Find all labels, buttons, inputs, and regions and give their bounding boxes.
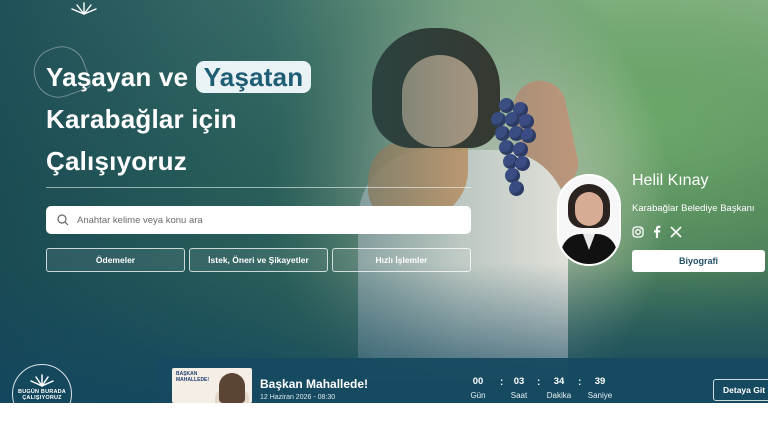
headline-line2: Karabağlar için [46,104,237,134]
mayor-avatar[interactable] [557,174,621,266]
search-box[interactable] [46,206,471,234]
badge-logo-icon [30,374,54,387]
headline-line3: Çalışıyoruz [46,146,187,176]
event-bar: BAŞKAN MAHALLEDE! Başkan Mahallede! 12 H… [155,358,768,403]
hero-headline: Yaşayan ve Yaşatan Karabağlar için Çalış… [46,56,312,182]
quick-actions-button[interactable]: Hızlı İşlemler [332,248,471,272]
today-here-badge[interactable]: BUGÜN BURADA ÇALIŞIYORUZ [12,364,72,424]
mayor-name: Helil Kınay [632,172,709,189]
instagram-icon[interactable] [632,225,644,238]
countdown-days: 00 Gün [470,376,486,400]
search-input[interactable] [75,213,459,227]
event-date: 12 Haziran 2026 - 08:30 [260,394,336,401]
search-icon [57,214,69,226]
x-icon[interactable] [670,225,682,238]
event-detail-button[interactable]: Detaya Git [713,379,768,401]
countdown-seconds: 39 Saniye [587,376,613,400]
countdown-hours: 03 Saat [510,376,528,400]
hero-divider [46,187,471,188]
facebook-icon[interactable] [652,225,662,238]
municipality-logo-icon[interactable] [69,0,99,16]
mayor-title: Karabağlar Belediye Başkanı [632,203,755,214]
payments-button[interactable]: Ödemeler [46,248,185,272]
event-thumbnail-text: BAŞKAN MAHALLEDE! [176,371,210,383]
requests-complaints-button[interactable]: İstek, Öneri ve Şikayetler [189,248,328,272]
event-thumbnail[interactable]: BAŞKAN MAHALLEDE! [172,368,252,403]
biography-button[interactable]: Biyografi [632,250,765,272]
headline-highlight: Yaşatan [195,61,312,93]
countdown-minutes: 34 Dakika [546,376,572,400]
headline-part1: Yaşayan ve [46,62,189,92]
social-links [632,225,682,238]
badge-line2: ÇALIŞIYORUZ [22,395,62,401]
event-title[interactable]: Başkan Mahallede! [260,377,368,391]
